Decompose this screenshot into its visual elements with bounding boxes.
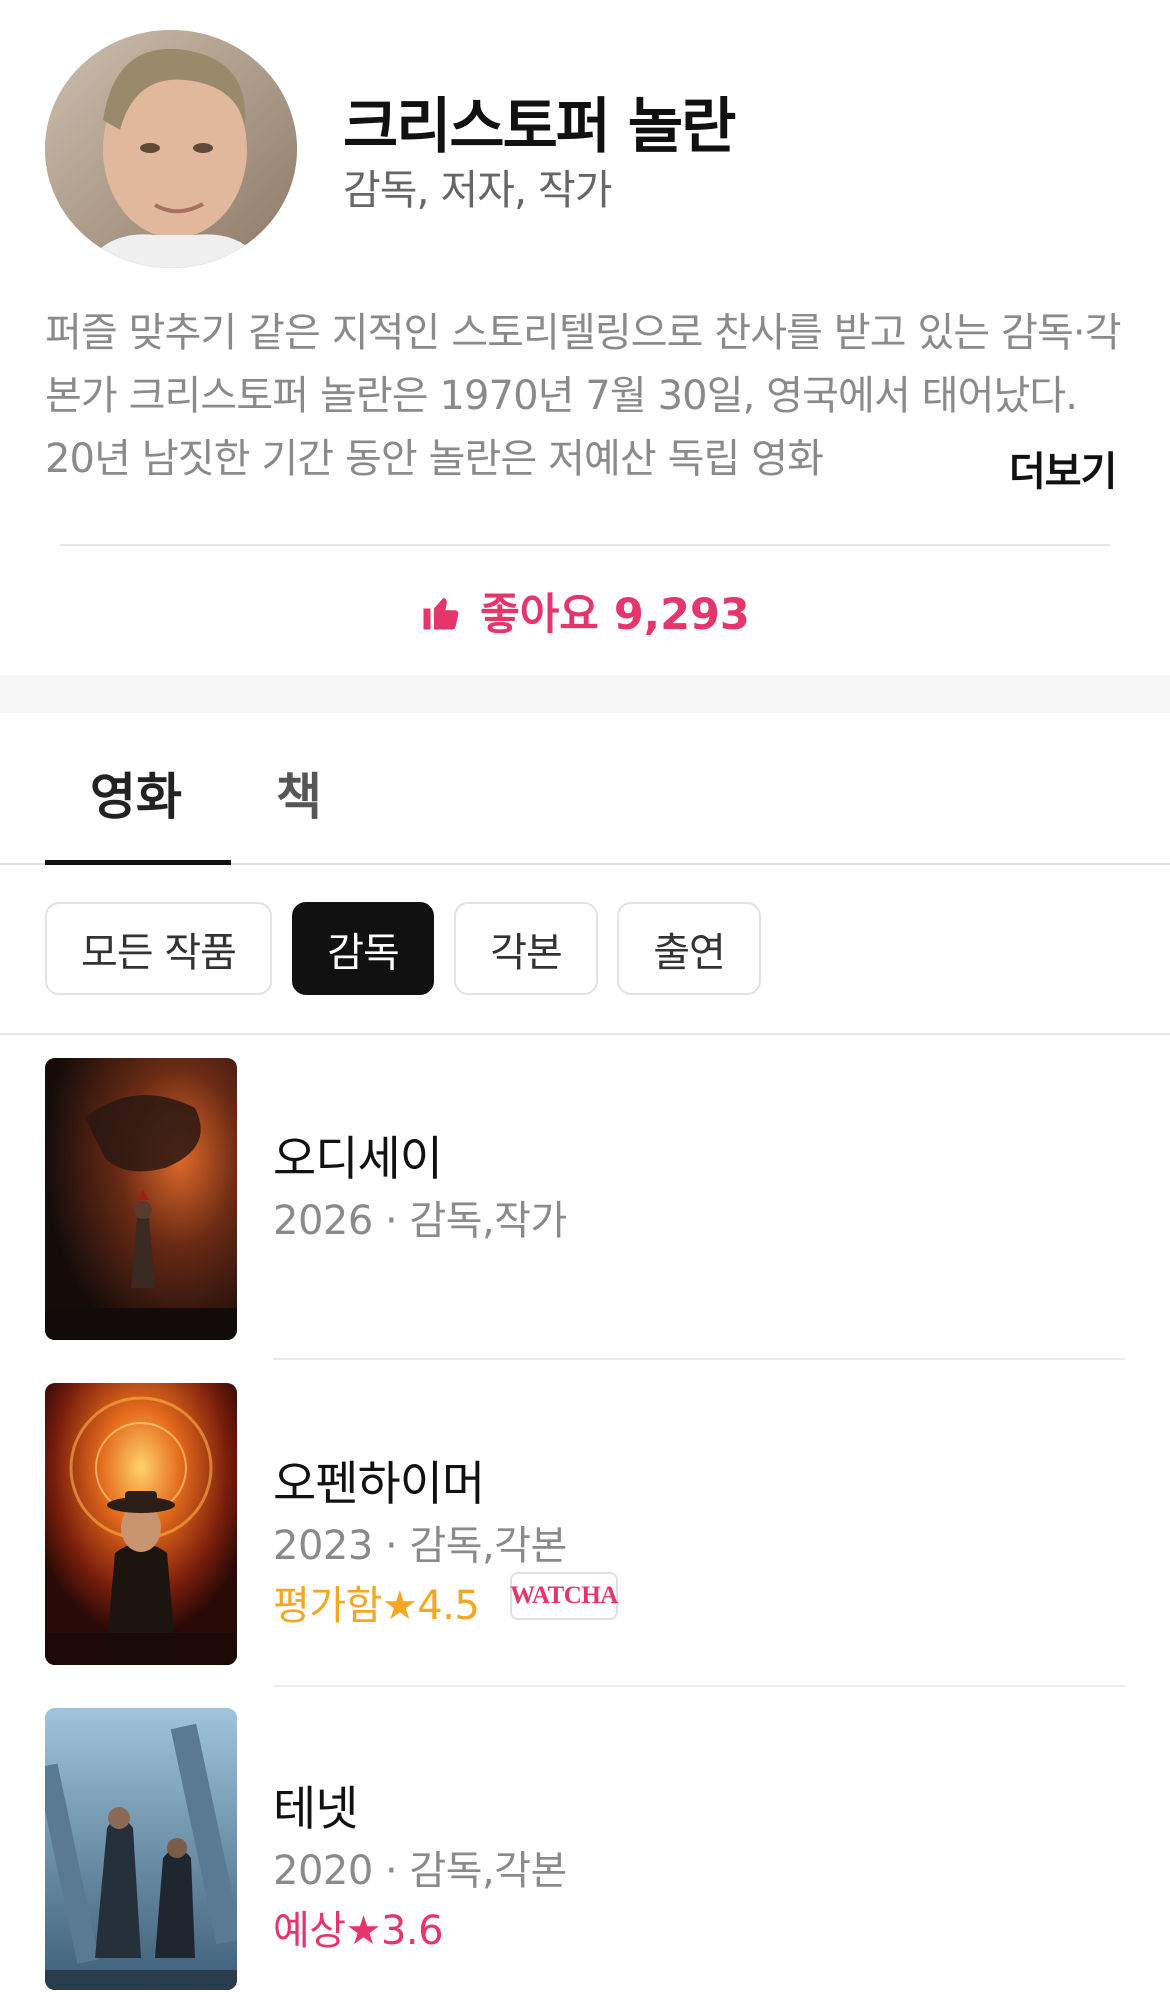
- filter-screenplay[interactable]: 각본: [454, 902, 598, 995]
- filter-all[interactable]: 모든 작품: [45, 902, 272, 995]
- rating-label: 예상: [273, 1908, 346, 1954]
- rating-label: 평가함: [273, 1583, 382, 1629]
- filter-cast[interactable]: 출연: [617, 902, 761, 995]
- filter-director[interactable]: 감독: [292, 902, 434, 995]
- bio-fade: [900, 440, 1010, 500]
- rating: 예상★3.6: [273, 1898, 444, 1956]
- star-icon: ★: [381, 1583, 418, 1629]
- content-tabs: 영화 책: [0, 713, 1170, 865]
- like-count: 9,293: [613, 590, 750, 640]
- section-gap: [0, 675, 1170, 713]
- divider: [273, 1358, 1125, 1360]
- rating-value: 4.5: [417, 1583, 480, 1629]
- movie-title: 오펜하이머: [273, 1457, 485, 1512]
- person-roles: 감독, 저자, 작가: [343, 166, 612, 214]
- poster-image: [45, 1383, 237, 1665]
- movie-title: 테넷: [273, 1782, 358, 1837]
- star-icon: ★: [345, 1908, 382, 1954]
- divider: [0, 1033, 1170, 1035]
- like-button[interactable]: 좋아요 9,293: [0, 580, 1170, 642]
- person-name: 크리스토퍼 놀란: [343, 92, 736, 162]
- poster-image: [45, 1058, 237, 1340]
- rating: 평가함★4.5: [273, 1573, 480, 1631]
- profile-header: 크리스토퍼 놀란 감독, 저자, 작가 퍼즐 맞추기 같은 지적인 스토리텔링으…: [0, 0, 1170, 675]
- movie-title: 오디세이: [273, 1132, 443, 1187]
- list-item[interactable]: 오펜하이머 2023 · 감독,각본 평가함★4.5 WATCHA: [0, 1383, 1170, 1687]
- list-item[interactable]: 오디세이 2026 · 감독,작가: [0, 1058, 1170, 1360]
- tab-book[interactable]: 책: [276, 757, 322, 829]
- tab-active-indicator: [45, 860, 231, 865]
- like-label: 좋아요: [480, 590, 599, 640]
- avatar: [45, 30, 297, 268]
- movie-meta: 2020 · 감독,각본: [273, 1848, 567, 1894]
- list-item[interactable]: 테넷 2020 · 감독,각본 예상★3.6: [0, 1708, 1170, 2004]
- more-button[interactable]: 더보기: [1007, 439, 1117, 497]
- movie-meta: 2023 · 감독,각본: [273, 1523, 567, 1569]
- avatar-photo: [45, 30, 297, 268]
- rating-value: 3.6: [380, 1908, 444, 1954]
- thumbs-up-icon: [423, 598, 459, 630]
- poster-image: [45, 1708, 237, 1990]
- divider: [60, 544, 1110, 546]
- movie-meta: 2026 · 감독,작가: [273, 1198, 567, 1244]
- divider: [273, 1685, 1125, 1687]
- watcha-badge[interactable]: WATCHA: [510, 1572, 618, 1620]
